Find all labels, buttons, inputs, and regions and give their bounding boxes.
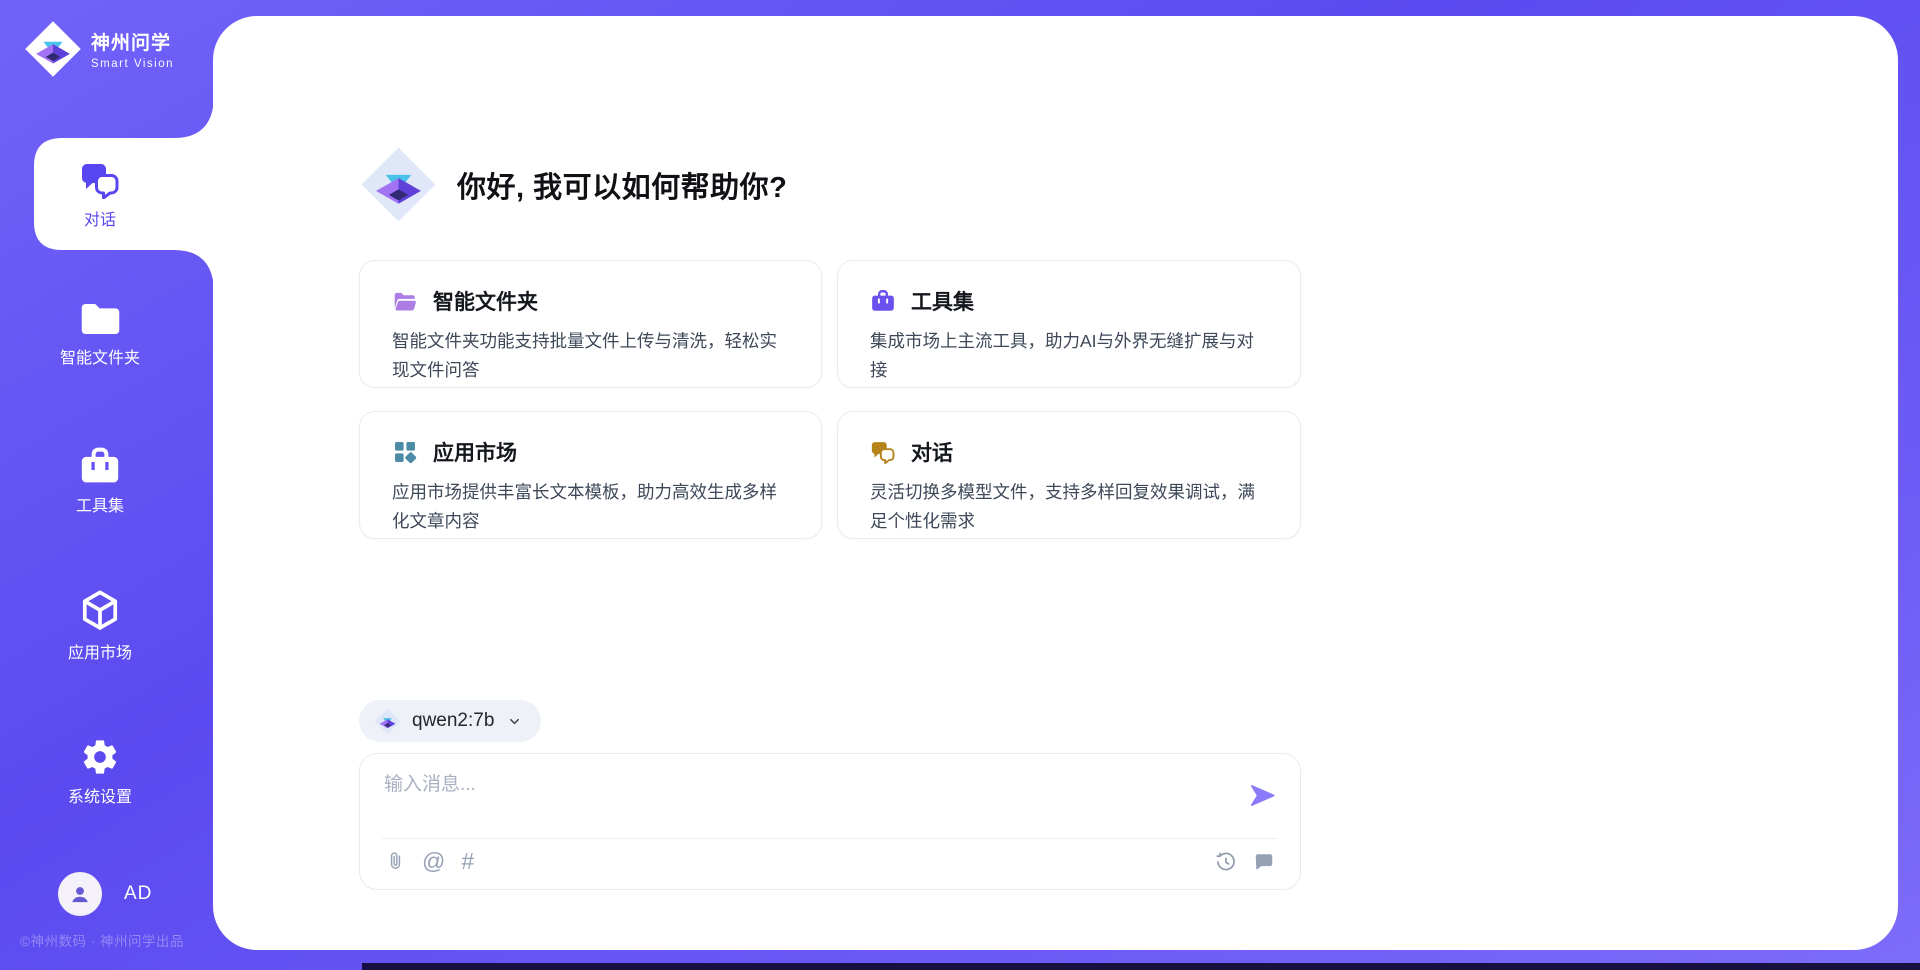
copyright-text: ©神州数码 · 神州问学出品	[20, 930, 184, 950]
send-button[interactable]	[1249, 782, 1276, 809]
send-icon	[1249, 782, 1276, 809]
card-title: 应用市场	[433, 437, 517, 467]
bottom-strip	[362, 963, 1920, 970]
user-avatar	[58, 872, 102, 916]
grid-icon	[392, 440, 418, 464]
sidebar-item-label: 工具集	[76, 492, 124, 516]
hash-button[interactable]: #	[461, 850, 474, 873]
feature-card-chat[interactable]: 对话 灵活切换多模型文件，支持多样回复效果调试，满足个性化需求	[837, 411, 1301, 539]
model-logo-icon	[374, 708, 401, 735]
history-icon	[1215, 851, 1237, 873]
card-desc: 灵活切换多模型文件，支持多样回复效果调试，满足个性化需求	[870, 478, 1266, 536]
greeting-title: 你好, 我可以如何帮助你?	[457, 164, 787, 206]
app-screen: 神州问学 Smart Vision 对话 智能文件夹	[0, 0, 1920, 970]
greeting: 你好, 我可以如何帮助你?	[360, 146, 787, 223]
gear-icon	[80, 737, 120, 777]
sidebar-item-label: 系统设置	[68, 783, 132, 807]
cube-icon	[79, 589, 121, 633]
briefcase-icon	[870, 289, 896, 313]
card-title: 智能文件夹	[433, 286, 538, 316]
sidebar-item-label: 对话	[84, 206, 116, 230]
sidebar-item-folders[interactable]: 智能文件夹	[0, 300, 200, 368]
message-input[interactable]	[384, 769, 1224, 827]
sidebar-item-tools[interactable]: 工具集	[0, 446, 200, 516]
feature-cards: 智能文件夹 智能文件夹功能支持批量文件上传与清洗，轻松实现文件问答 工具集 集成…	[359, 260, 1304, 539]
history-button[interactable]	[1215, 851, 1237, 873]
sidebar-item-chat[interactable]: 对话	[0, 140, 200, 250]
feature-card-tools[interactable]: 工具集 集成市场上主流工具，助力AI与外界无缝扩展与对接	[837, 260, 1301, 388]
mention-button[interactable]: @	[422, 850, 445, 873]
paperclip-icon	[385, 849, 406, 873]
chat-icon	[870, 440, 896, 464]
card-title: 工具集	[911, 286, 974, 316]
card-title: 对话	[911, 437, 953, 467]
feature-card-market[interactable]: 应用市场 应用市场提供丰富长文本模板，助力高效生成多样化文章内容	[359, 411, 822, 539]
sidebar: 神州问学 Smart Vision 对话 智能文件夹	[0, 0, 213, 970]
chat-bubble-icon	[1253, 852, 1275, 873]
card-desc: 集成市场上主流工具，助力AI与外界无缝扩展与对接	[870, 327, 1266, 385]
feedback-button[interactable]	[1253, 852, 1275, 873]
welcome-logo-icon	[360, 146, 437, 223]
card-desc: 应用市场提供丰富长文本模板，助力高效生成多样化文章内容	[392, 478, 787, 536]
sidebar-item-settings[interactable]: 系统设置	[0, 737, 200, 807]
chat-icon	[79, 161, 121, 199]
chevron-down-icon	[507, 714, 522, 729]
sidebar-item-market[interactable]: 应用市场	[0, 589, 200, 663]
sidebar-item-label: 应用市场	[68, 639, 132, 663]
folder-icon	[78, 300, 123, 338]
attach-button[interactable]	[385, 849, 406, 873]
model-name: qwen2:7b	[412, 710, 494, 732]
feature-card-folders[interactable]: 智能文件夹 智能文件夹功能支持批量文件上传与清洗，轻松实现文件问答	[359, 260, 822, 388]
model-selector[interactable]: qwen2:7b	[359, 700, 541, 742]
person-icon	[67, 881, 93, 907]
card-desc: 智能文件夹功能支持批量文件上传与清洗，轻松实现文件问答	[392, 327, 787, 385]
briefcase-icon	[78, 446, 122, 486]
composer-divider	[382, 838, 1278, 839]
open-folder-icon	[392, 289, 418, 313]
sidebar-item-label: 智能文件夹	[60, 344, 140, 368]
user-account[interactable]: AD	[58, 872, 152, 916]
composer: @ #	[359, 753, 1301, 890]
user-name: AD	[124, 883, 152, 905]
